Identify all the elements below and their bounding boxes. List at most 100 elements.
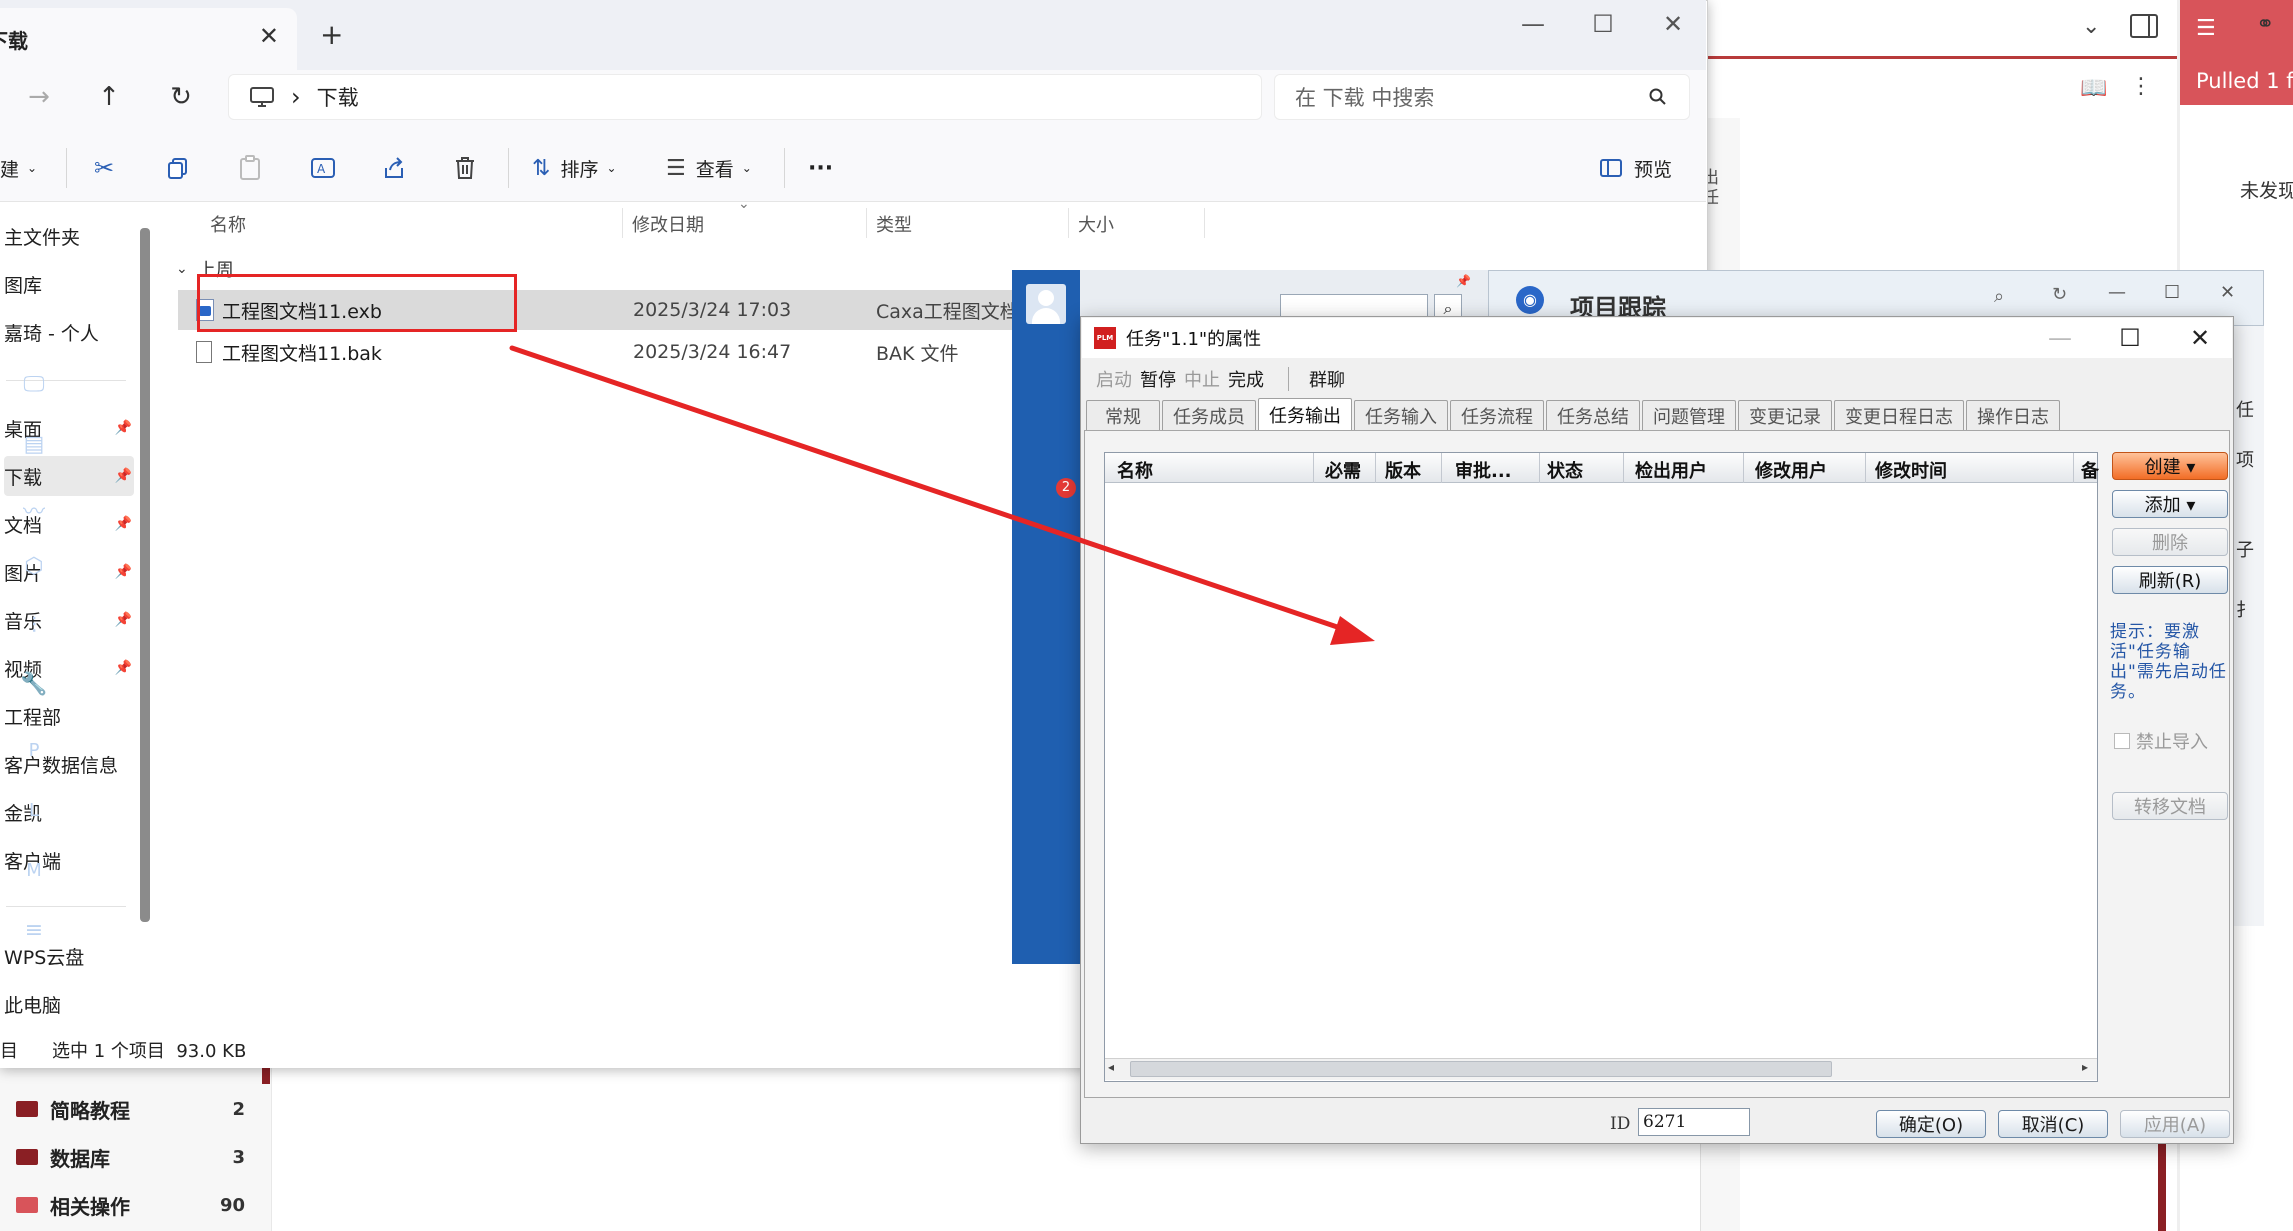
grid-col-modified-user[interactable]: 修改用户 <box>1755 457 1827 483</box>
tab-task-members[interactable]: 任务成员 <box>1162 400 1256 430</box>
pause-task-button[interactable]: 暂停 <box>1138 364 1178 394</box>
tab-change-schedule-log[interactable]: 变更日程日志 <box>1834 400 1964 430</box>
sort-button[interactable]: ⇅ 排序 ⌄ <box>532 146 617 190</box>
scroll-left-arrow-icon[interactable]: ◂ <box>1108 1060 1114 1074</box>
grid-col-approval[interactable]: 审批... <box>1455 457 1512 483</box>
more-vertical-icon[interactable]: ⋮ <box>2130 74 2152 99</box>
delete-button[interactable]: 删除 <box>2112 528 2228 556</box>
scroll-right-arrow-icon[interactable]: ▸ <box>2082 1060 2088 1074</box>
copy-icon[interactable] <box>166 146 190 190</box>
nav-item-downloads[interactable]: 下载 📌 <box>4 456 134 496</box>
cut-icon[interactable]: ✂ <box>94 146 114 190</box>
maximize-button[interactable]: ☐ <box>2106 318 2154 358</box>
tab-task-output[interactable]: 任务输出 <box>1258 398 1352 430</box>
sidebar-letter-l[interactable]: L <box>0 800 68 821</box>
ok-button[interactable]: 确定(O) <box>1876 1110 1986 1138</box>
nav-item-engineering[interactable]: 工程部 <box>4 696 134 736</box>
link-icon[interactable]: ⚭ <box>2256 12 2274 37</box>
tab-task-summary[interactable]: 任务总结 <box>1546 400 1640 430</box>
grid-col-version[interactable]: 版本 <box>1385 457 1421 483</box>
menu-icon[interactable]: ≡ <box>0 918 68 943</box>
refresh-button[interactable]: 刷新(R) <box>2112 566 2228 594</box>
add-button[interactable]: 添加 ▾ <box>2112 490 2228 518</box>
chevron-down-icon[interactable]: ⌄ <box>2082 14 2100 39</box>
book-icon[interactable]: 📖 <box>2080 76 2107 101</box>
sidebar-letter-m[interactable]: M <box>0 860 68 881</box>
nav-item-home[interactable]: 主文件夹 <box>4 216 134 256</box>
no-import-checkbox[interactable]: 禁止导入 <box>2114 728 2208 754</box>
avatar[interactable] <box>1026 284 1066 324</box>
column-header-modified[interactable]: 修改日期 <box>632 208 704 240</box>
new-button[interactable]: 建 ⌄ <box>0 146 37 190</box>
explorer-tab[interactable]: 下载 ✕ <box>0 8 297 70</box>
checkbox-box[interactable] <box>2114 733 2130 749</box>
minimize-button[interactable]: — <box>1508 6 1558 42</box>
refresh-icon[interactable]: ↻ <box>2052 284 2067 305</box>
grid-col-name[interactable]: 名称 <box>1117 457 1153 483</box>
pin-icon[interactable]: 📌 <box>1456 274 1471 288</box>
tree-item[interactable]: 数据库 3 <box>0 1136 245 1178</box>
close-icon[interactable]: ✕ <box>259 22 279 50</box>
monitor-icon[interactable]: 🖵 <box>0 372 68 397</box>
close-button[interactable]: ✕ <box>1648 6 1698 42</box>
id-field[interactable]: 6271 <box>1638 1108 1750 1136</box>
cancel-button[interactable]: 取消(C) <box>1998 1110 2108 1138</box>
tab-operation-log[interactable]: 操作日志 <box>1966 400 2060 430</box>
grid-col-checkout-user[interactable]: 检出用户 <box>1635 457 1707 483</box>
up-arrow-icon[interactable]: ↑ <box>90 78 128 116</box>
tab-task-flow[interactable]: 任务流程 <box>1450 400 1544 430</box>
grid-col-required[interactable]: 必需 <box>1325 457 1361 483</box>
minimize-button[interactable]: — <box>2108 282 2126 303</box>
apply-button[interactable]: 应用(A) <box>2120 1110 2230 1138</box>
start-task-button[interactable]: 启动 <box>1094 364 1134 394</box>
delete-icon[interactable] <box>454 146 476 190</box>
complete-task-button[interactable]: 完成 <box>1226 364 1266 394</box>
maximize-button[interactable]: ☐ <box>2164 282 2180 303</box>
column-header-type[interactable]: 类型 <box>876 208 912 240</box>
list-panel-button[interactable]: ☰ <box>2180 0 2293 57</box>
tree-item[interactable]: 相关操作 90 <box>0 1184 245 1226</box>
wrench-icon[interactable]: 🔧 <box>0 672 68 697</box>
breadcrumb-segment[interactable]: 下载 <box>317 82 359 112</box>
address-bar[interactable]: › 下载 <box>228 74 1262 120</box>
create-button[interactable]: 创建 ▾ <box>2112 452 2228 480</box>
search-input[interactable]: 在 下载 中搜索 <box>1274 74 1690 120</box>
rename-icon[interactable]: A <box>310 146 336 190</box>
more-options-button[interactable]: ··· <box>808 146 833 190</box>
workflow-icon[interactable]: 〰 <box>0 494 68 526</box>
share-icon[interactable] <box>382 146 406 190</box>
sidebar-letter-p[interactable]: P <box>0 740 68 761</box>
nav-item-this-pc[interactable]: 此电脑 <box>4 984 134 1024</box>
sidebar-toggle-icon[interactable] <box>2130 14 2158 38</box>
preview-button[interactable]: 预览 <box>1600 146 1672 190</box>
tree-item[interactable]: 简略教程 2 <box>0 1088 245 1130</box>
column-header-name[interactable]: 名称 <box>210 208 246 240</box>
tab-general[interactable]: 常规 <box>1086 400 1160 430</box>
column-header-size[interactable]: 大小 <box>1078 208 1114 240</box>
refresh-icon[interactable]: ↻ <box>162 78 200 116</box>
cube-icon[interactable]: ⬡ <box>0 554 68 579</box>
grid-col-modified-time[interactable]: 修改时间 <box>1875 457 1947 483</box>
abort-task-button[interactable]: 中止 <box>1182 364 1222 394</box>
forward-arrow-icon[interactable]: → <box>20 78 58 116</box>
transfer-document-button[interactable]: 转移文档 <box>2112 792 2228 820</box>
tab-task-input[interactable]: 任务输入 <box>1354 400 1448 430</box>
view-button[interactable]: ☰ 查看 ⌄ <box>666 146 752 190</box>
tab-issue-management[interactable]: 问题管理 <box>1642 400 1736 430</box>
close-button[interactable]: ✕ <box>2220 282 2235 303</box>
scrollbar-thumb[interactable] <box>1130 1061 1832 1077</box>
nav-item-personal[interactable]: 嘉琦 - 个人 <box>4 312 134 352</box>
sliders-icon[interactable]: ⫶ <box>0 614 68 639</box>
search-icon[interactable]: ⌕ <box>1994 286 2004 307</box>
new-tab-button[interactable]: + <box>320 18 343 51</box>
grid-col-remark[interactable]: 备 <box>2081 457 2099 483</box>
group-chat-button[interactable]: 群聊 <box>1307 364 1347 394</box>
nav-scrollbar[interactable] <box>140 228 150 922</box>
maximize-button[interactable]: ☐ <box>1578 6 1628 42</box>
nav-item-gallery[interactable]: 图库 <box>4 264 134 304</box>
close-button[interactable]: ✕ <box>2176 318 2224 358</box>
paste-icon[interactable] <box>238 146 262 190</box>
tab-change-records[interactable]: 变更记录 <box>1738 400 1832 430</box>
document-icon[interactable]: ▤ <box>0 432 68 457</box>
minimize-button[interactable]: — <box>2036 318 2084 358</box>
